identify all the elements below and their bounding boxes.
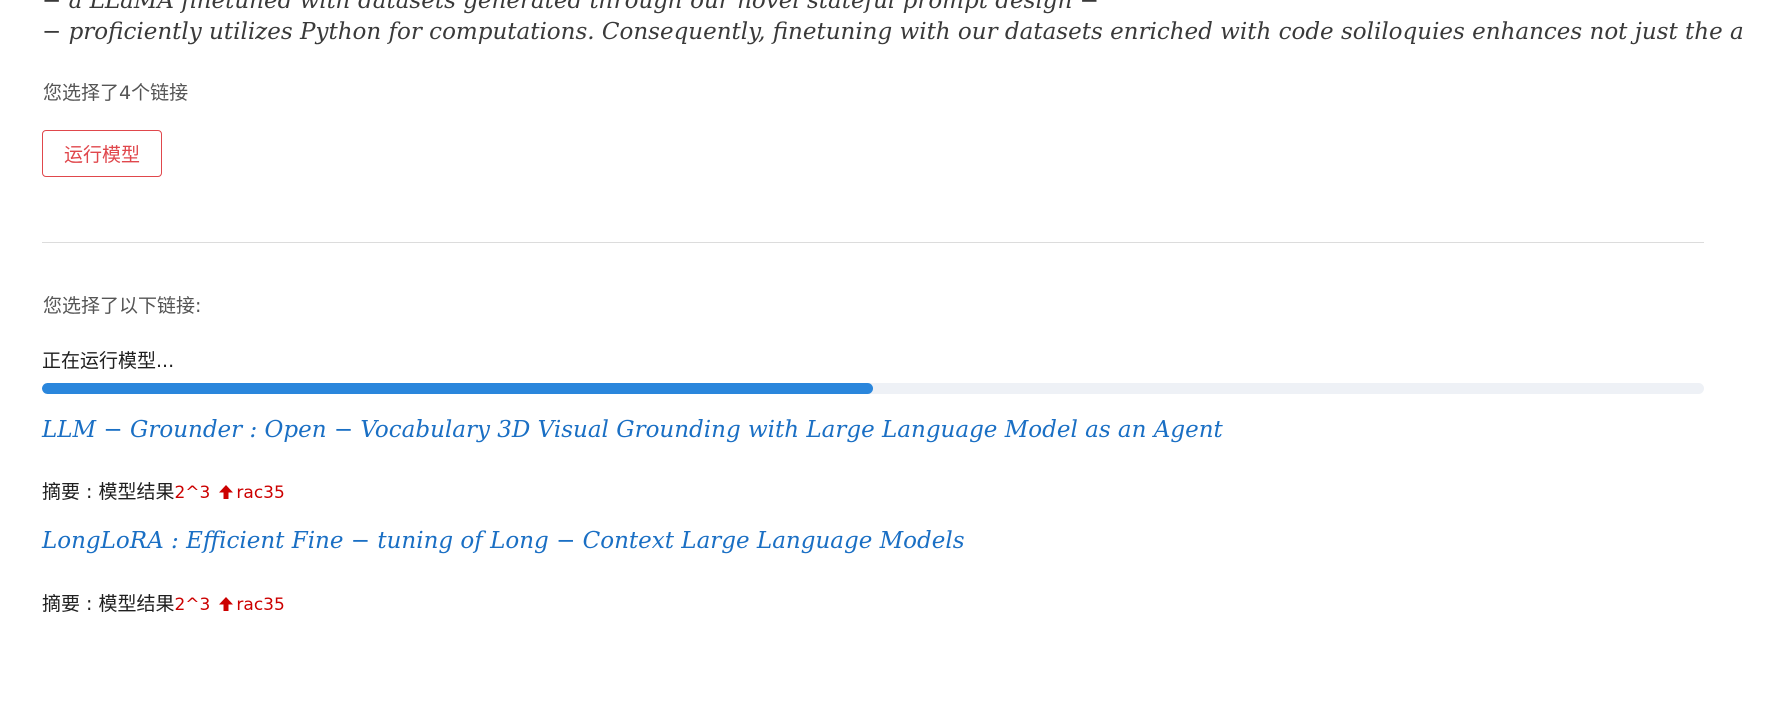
summary-label: 摘要 : 模型结果	[42, 481, 175, 503]
result-title-link[interactable]: LongLoRA : Efficient Fine − tuning of Lo…	[42, 528, 965, 554]
progress-bar	[42, 383, 1704, 394]
arrow-up-icon	[219, 485, 234, 499]
error-text-prefix: 2^3	[174, 483, 211, 503]
result-summary: 摘要 : 模型结果2^3 rac35	[42, 477, 285, 504]
running-status: 正在运行模型...	[42, 350, 175, 372]
summary-label: 摘要 : 模型结果	[42, 593, 175, 615]
error-text-suffix: rac35	[236, 595, 285, 615]
result-summary: 摘要 : 模型结果2^3 rac35	[42, 589, 285, 616]
divider	[42, 242, 1704, 243]
progress-bar-fill	[42, 383, 873, 394]
selected-links-heading: 您选择了以下链接:	[43, 295, 202, 317]
abstract-line-2: − proficiently utilizes Python for compu…	[42, 19, 1744, 45]
selection-count: 您选择了4个链接	[43, 82, 189, 104]
arrow-up-icon	[219, 597, 234, 611]
error-text-prefix: 2^3	[174, 595, 211, 615]
error-text-suffix: rac35	[236, 483, 285, 503]
result-title-link[interactable]: LLM − Grounder : Open − Vocabulary 3D Vi…	[42, 417, 1223, 443]
page: − a LLaMA finetuned with datasets genera…	[0, 0, 1776, 713]
run-model-button[interactable]: 运行模型	[42, 130, 162, 177]
abstract-line-1: − a LLaMA finetuned with datasets genera…	[42, 0, 1099, 14]
